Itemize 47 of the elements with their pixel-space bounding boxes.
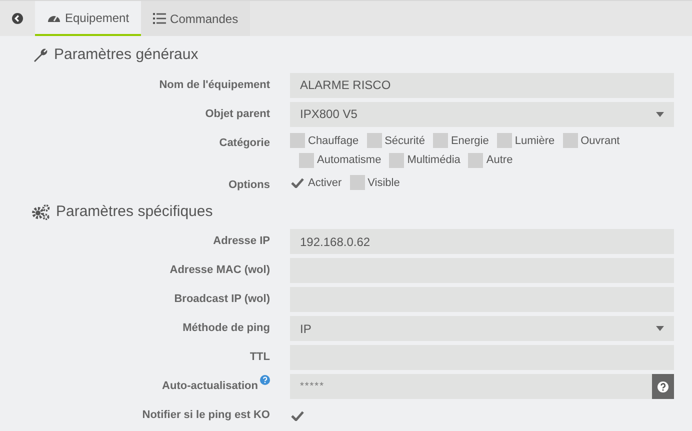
input-field[interactable]: ALARME RISCO	[290, 72, 674, 98]
tab[interactable]: Equipement	[35, 1, 142, 36]
wrench-icon	[32, 47, 48, 64]
field-label: Nom de l'équipement	[159, 78, 270, 92]
checkbox[interactable]	[389, 152, 404, 168]
field-label: Adresse IP	[213, 234, 270, 249]
field-label: Notifier si le ping est KO	[142, 408, 270, 423]
checkbox[interactable]	[468, 152, 484, 168]
field-label: Auto-actualisation	[162, 379, 258, 394]
checkbox[interactable]	[496, 133, 512, 148]
field-label: Méthode de ping	[182, 321, 270, 336]
checkbox-label: Activer	[308, 176, 342, 190]
select-field[interactable]: IP	[290, 316, 674, 341]
help-icon	[657, 380, 669, 392]
field-label: Objet parent	[205, 106, 270, 122]
checkbox[interactable]	[432, 133, 448, 148]
checkbox-label: Lumière	[514, 134, 555, 148]
section-title: Paramètres spécifiques	[56, 202, 213, 222]
checkbox-label: Sécurité	[384, 134, 425, 148]
help-button[interactable]	[652, 374, 674, 399]
checkbox[interactable]	[299, 152, 314, 168]
tab[interactable]: Commandes	[141, 1, 250, 36]
field-label: Adresse MAC (wol)	[170, 263, 270, 278]
checkbox-label: Energie	[450, 134, 489, 148]
check-icon	[291, 177, 304, 188]
select-field[interactable]: IPX800 V5	[290, 102, 674, 126]
field-label: Catégorie	[219, 136, 270, 150]
checkbox[interactable]	[350, 175, 365, 190]
checkbox-label: Autre	[486, 153, 513, 168]
field-label: TTL	[250, 350, 270, 365]
field-label: Broadcast IP (wol)	[174, 292, 270, 307]
checkbox-label: Multimédia	[407, 153, 460, 168]
section-title: Paramètres généraux	[54, 45, 198, 65]
checkbox-label: Ouvrant	[580, 134, 620, 148]
checkbox-label: Visible	[368, 176, 400, 190]
gears-icon	[32, 204, 50, 220]
caret-icon	[656, 326, 664, 331]
checkbox[interactable]	[290, 133, 305, 148]
list-icon	[153, 13, 166, 24]
input-field[interactable]: 192.168.0.62	[290, 229, 674, 254]
check-icon	[291, 410, 304, 421]
checkbox-label: Chauffage	[308, 134, 359, 148]
checkbox-label: Automatisme	[317, 153, 382, 168]
field-label: Options	[228, 178, 270, 192]
checkbox[interactable]	[366, 133, 382, 148]
checkbox[interactable]	[562, 133, 578, 148]
caret-icon	[656, 112, 664, 116]
